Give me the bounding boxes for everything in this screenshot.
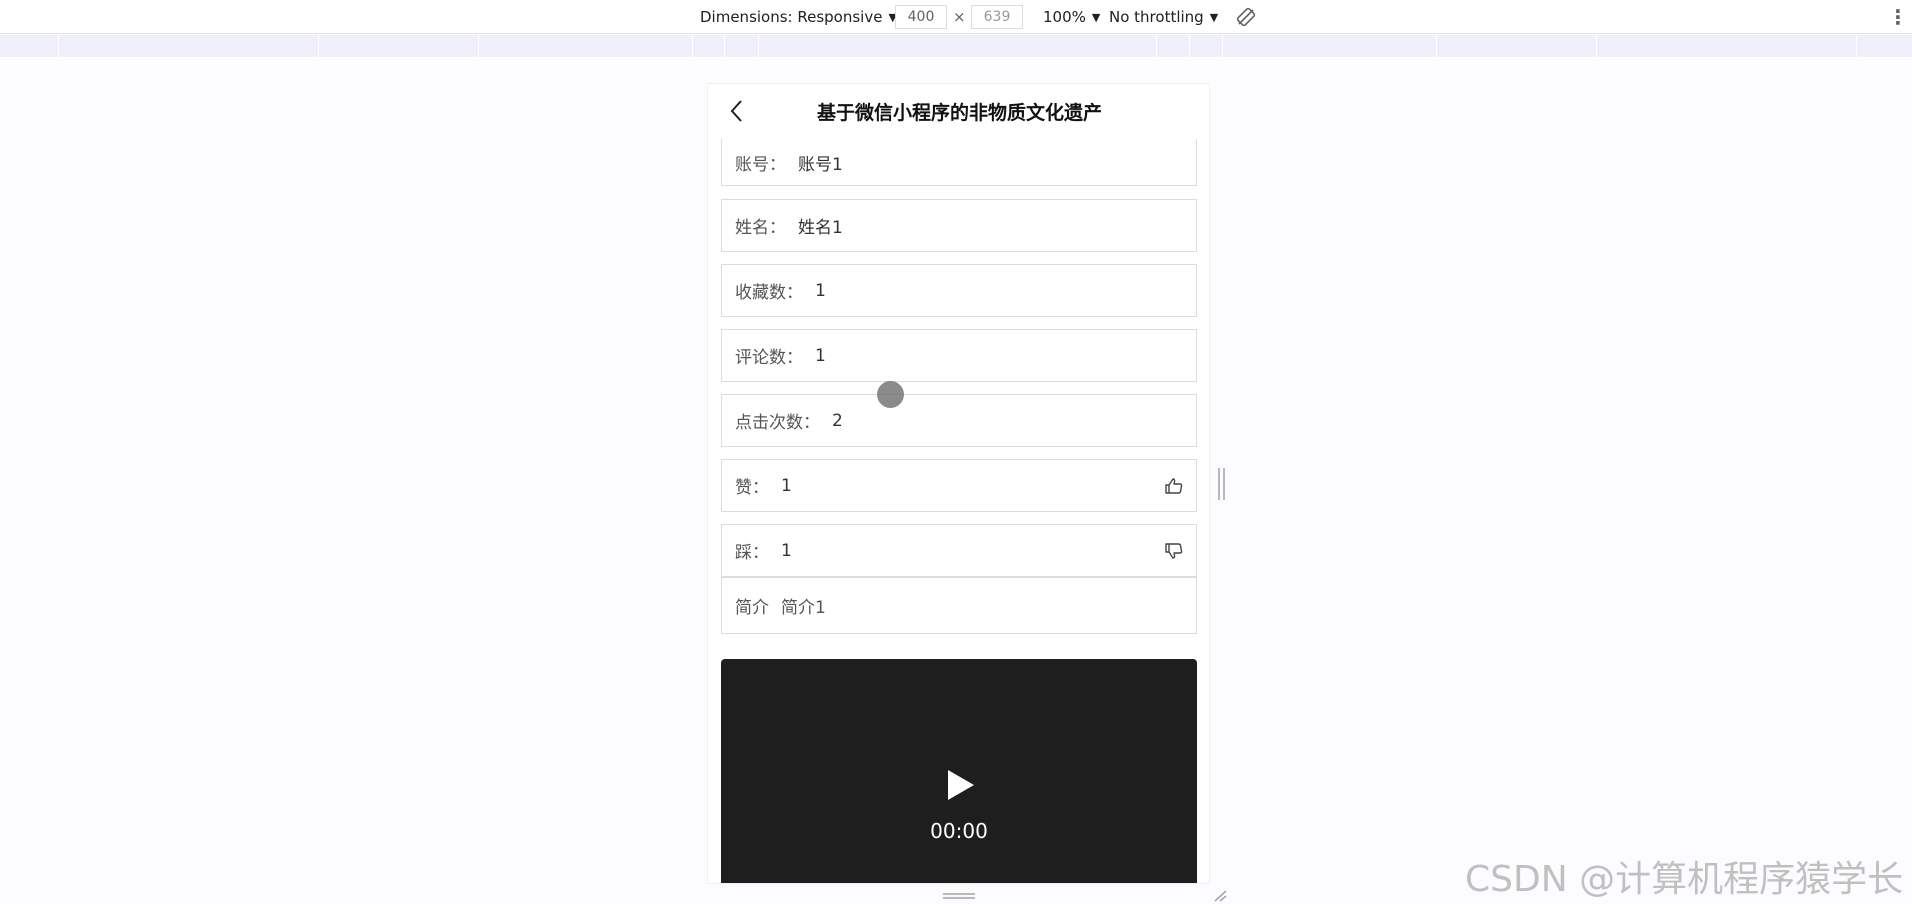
ruler-tick	[318, 35, 319, 57]
field-value: 1	[815, 345, 826, 366]
caret-down-icon: ▼	[1209, 10, 1219, 24]
caret-down-icon: ▼	[1091, 10, 1101, 24]
ruler-tick	[478, 35, 479, 57]
field-row-account: 账号： 账号1	[721, 139, 1197, 186]
field-value: 2	[832, 410, 843, 431]
field-label: 赞：	[735, 478, 769, 498]
dimensions-dropdown[interactable]: Dimensions: Responsive ▼	[700, 0, 897, 34]
nav-bar: 基于微信小程序的非物质文化遗产	[708, 84, 1209, 139]
thumbs-up-icon[interactable]	[1164, 476, 1184, 496]
ruler-tick	[1596, 35, 1597, 57]
thumbs-down-icon[interactable]	[1164, 541, 1184, 561]
ruler-tick	[1436, 35, 1437, 57]
zoom-label: 100%	[1043, 8, 1086, 26]
page-title: 基于微信小程序的非物质文化遗产	[816, 102, 1102, 124]
height-input[interactable]: 639	[971, 5, 1023, 29]
resize-handle-bottom[interactable]	[943, 893, 975, 899]
ruler-tick	[724, 35, 725, 57]
field-label: 踩：	[735, 543, 769, 563]
intro-row: 简介 简介1	[721, 577, 1197, 634]
media-query-ruler	[0, 35, 1912, 57]
field-value: 姓名1	[798, 218, 843, 238]
resize-handle-right[interactable]	[1218, 468, 1225, 500]
ruler-tick	[758, 35, 759, 57]
zoom-dropdown[interactable]: 100% ▼	[1043, 0, 1100, 34]
field-label: 点击次数：	[735, 413, 820, 433]
field-value: 1	[815, 280, 826, 301]
field-row-name: 姓名： 姓名1	[721, 199, 1197, 252]
device-viewport: 基于微信小程序的非物质文化遗产 账号： 账号1 姓名： 姓名1 收藏数： 1 评…	[707, 83, 1210, 884]
ruler-tick	[1222, 35, 1223, 57]
field-row-clicks: 点击次数： 2	[721, 394, 1197, 447]
field-value: 1	[781, 475, 792, 496]
back-button[interactable]	[724, 98, 750, 124]
dimensions-label: Dimensions: Responsive	[700, 8, 883, 26]
resize-corner-icon[interactable]	[1212, 890, 1228, 902]
field-value: 1	[781, 540, 792, 561]
more-options-icon[interactable]: ⋮	[1888, 0, 1908, 34]
field-row-favorites: 收藏数： 1	[721, 264, 1197, 317]
field-row-dislikes: 踩： 1	[721, 524, 1197, 577]
intro-value: 简介1	[781, 598, 826, 618]
field-label: 收藏数：	[735, 283, 803, 303]
field-value: 账号1	[798, 154, 843, 175]
throttling-label: No throttling	[1109, 8, 1204, 26]
field-label: 评论数：	[735, 348, 803, 368]
field-row-likes: 赞： 1	[721, 459, 1197, 512]
ruler-tick	[58, 35, 59, 57]
field-label: 账号：	[735, 154, 786, 175]
video-time: 00:00	[930, 819, 988, 843]
touch-cursor	[877, 381, 904, 408]
play-icon[interactable]	[946, 769, 976, 801]
video-player[interactable]: 00:00	[721, 659, 1197, 883]
chevron-left-icon	[730, 100, 742, 122]
devtools-toolbar: Dimensions: Responsive ▼ 400 × 639 100% …	[0, 0, 1912, 34]
intro-label: 简介	[735, 598, 769, 618]
ruler-tick	[692, 35, 693, 57]
width-input[interactable]: 400	[895, 5, 947, 29]
rotate-icon[interactable]	[1236, 0, 1256, 34]
ruler-tick	[1856, 35, 1857, 57]
ruler-tick	[1156, 35, 1157, 57]
times-sign: ×	[953, 8, 966, 26]
ruler-tick	[1189, 35, 1190, 57]
throttling-dropdown[interactable]: No throttling ▼	[1109, 0, 1218, 34]
field-label: 姓名：	[735, 218, 786, 238]
field-row-comments: 评论数： 1	[721, 329, 1197, 382]
watermark: CSDN @计算机程序猿学长	[1465, 859, 1904, 900]
